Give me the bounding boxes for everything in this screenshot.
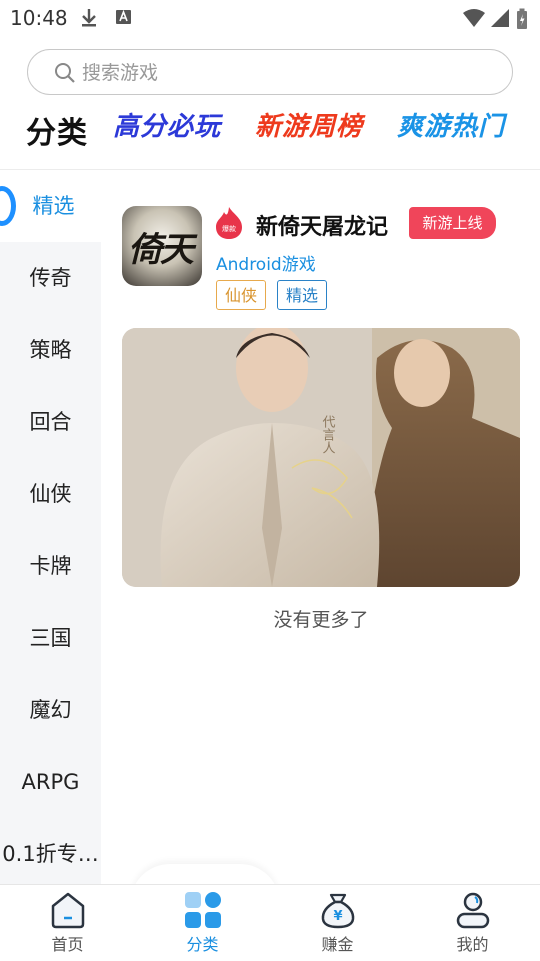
home-icon: [51, 892, 85, 929]
money-bag-icon: ¥: [321, 893, 355, 929]
sidebar-item-discount[interactable]: 0.1折专…: [0, 818, 101, 890]
status-time: 10:48: [10, 6, 68, 30]
promo-high-score[interactable]: 高分必玩: [113, 108, 221, 146]
sidebar-item-label: 传奇: [29, 266, 72, 290]
sidebar-item-label: 策略: [29, 338, 72, 362]
nav-home-label: 首页: [51, 935, 84, 954]
sidebar-item-label: 仙侠: [29, 482, 72, 506]
promo-hot[interactable]: 爽游热门: [397, 108, 505, 146]
font-app-icon: [116, 9, 131, 24]
game-icon[interactable]: 倚天: [122, 206, 202, 286]
hot-badge-icon: 爆款: [216, 207, 242, 239]
sidebar-item-label: ARPG: [21, 770, 80, 794]
search-bar[interactable]: [27, 49, 513, 95]
sidebar-item-label: 魔幻: [29, 698, 72, 722]
banner-artwork: 代言人: [122, 328, 520, 587]
sidebar-item-arpg[interactable]: ARPG: [0, 746, 101, 818]
sidebar-item-strategy[interactable]: 策略: [0, 314, 101, 386]
sidebar-item-legend[interactable]: 传奇: [0, 242, 101, 314]
nav-home[interactable]: 首页: [0, 885, 135, 961]
nav-category-label: 分类: [186, 935, 219, 954]
sidebar-item-featured[interactable]: 精选: [0, 170, 101, 242]
sidebar-item-label: 卡牌: [29, 554, 72, 578]
sidebar-item-xianxia[interactable]: 仙侠: [0, 458, 101, 530]
game-platform: Android游戏: [216, 255, 316, 275]
category-icon: [185, 892, 221, 928]
hot-badge-text: 爆款: [222, 224, 236, 233]
promo-strip: 高分必玩 新游周榜 爽游热门: [113, 108, 540, 150]
game-banner-image[interactable]: 代言人: [122, 328, 520, 587]
nav-profile-label: 我的: [456, 935, 489, 954]
wifi-icon: [463, 9, 485, 27]
download-icon: [82, 9, 96, 27]
new-game-badge: 新游上线: [409, 207, 496, 239]
tag-xianxia: 仙侠: [216, 280, 267, 310]
bottom-nav: 首页 分类 ¥ 赚金 我的: [0, 884, 540, 961]
game-title[interactable]: 新倚天屠龙记: [256, 209, 388, 241]
list-end-text: 没有更多了: [273, 609, 369, 631]
signal-icon: [491, 9, 509, 27]
sidebar-item-turn-based[interactable]: 回合: [0, 386, 101, 458]
banner-watermark-graphic: 代言人: [320, 415, 336, 454]
tag-featured: 精选: [277, 280, 328, 310]
sidebar-item-label: 回合: [29, 410, 72, 434]
profile-icon: [456, 892, 490, 929]
status-bar: 10:48: [0, 0, 540, 36]
promo-new-weekly[interactable]: 新游周榜: [255, 108, 363, 146]
nav-earn[interactable]: ¥ 赚金: [270, 885, 405, 961]
nav-category[interactable]: 分类: [135, 885, 270, 961]
nav-earn-label: 赚金: [321, 935, 354, 954]
category-sidebar: 精选 传奇 策略 回合 仙侠 卡牌 三国 魔幻 ARPG 0.1折专…: [0, 170, 101, 884]
search-input[interactable]: [80, 58, 484, 88]
sidebar-item-fantasy[interactable]: 魔幻: [0, 674, 101, 746]
sidebar-item-label: 0.1折专…: [2, 842, 99, 866]
page-title: 分类: [26, 116, 88, 151]
svg-text:¥: ¥: [333, 909, 342, 924]
sidebar-item-card[interactable]: 卡牌: [0, 530, 101, 602]
battery-icon: [517, 8, 527, 29]
game-icon-logo: 倚天: [128, 230, 194, 270]
nav-profile[interactable]: 我的: [405, 885, 540, 961]
search-icon: [55, 63, 75, 83]
